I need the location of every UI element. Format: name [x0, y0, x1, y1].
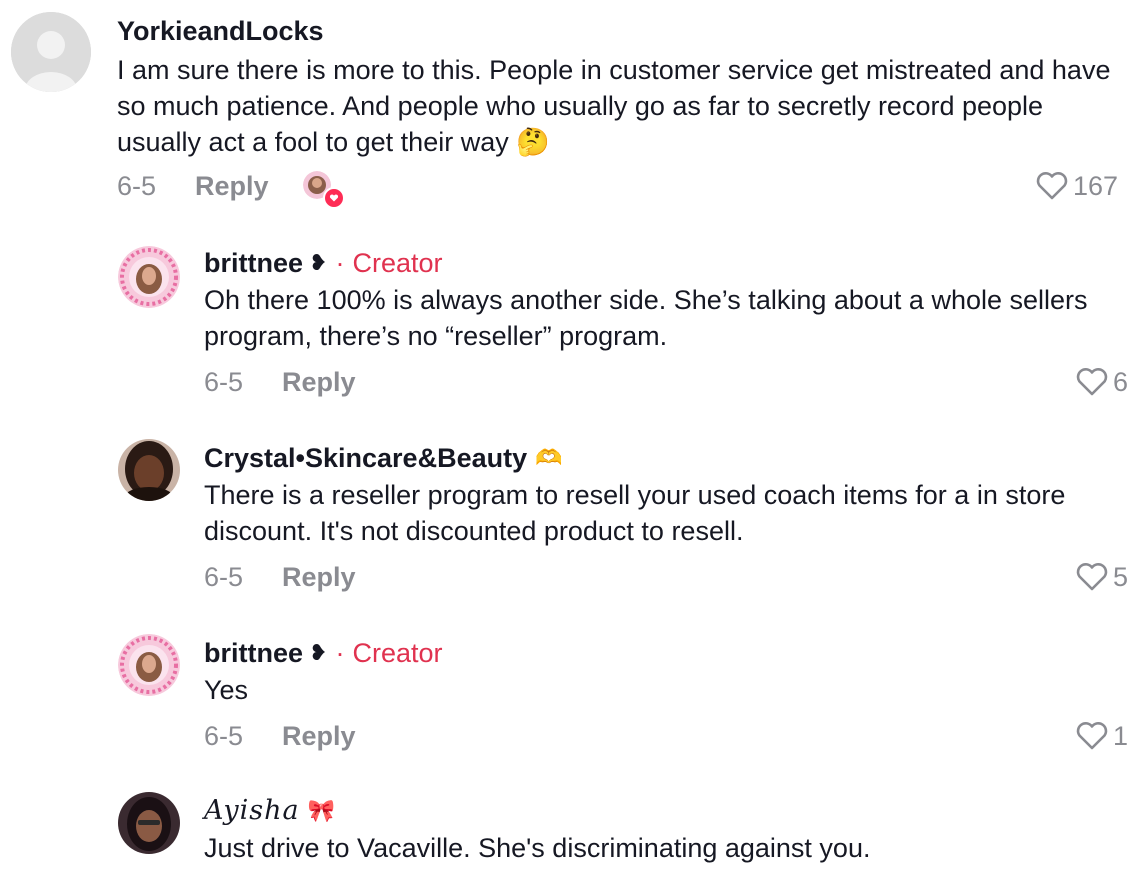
heart-outline-icon	[1036, 172, 1068, 200]
avatar-placeholder[interactable]	[11, 12, 91, 92]
heart-outline-icon	[1076, 563, 1108, 591]
heart-badge-icon	[322, 187, 345, 209]
reply-item: brittnee ❥ · Creator Yes 6-5 Reply 1	[0, 630, 1148, 770]
comment-text: Oh there 100% is always another side. Sh…	[204, 285, 1088, 351]
comment-date: 6-5	[117, 170, 157, 201]
avatar[interactable]	[118, 634, 180, 696]
comment-meta: 6-5 Reply 5	[204, 557, 1128, 597]
reply-item: Crystal•Skincare&Beauty 🫶 There is a res…	[0, 435, 1148, 615]
like-button[interactable]: 1	[1075, 716, 1128, 756]
like-count: 6	[1112, 366, 1128, 397]
comment-text: I am sure there is more to this. People …	[117, 55, 1111, 157]
comment-text: Yes	[204, 675, 249, 705]
reply-button[interactable]: Reply	[282, 367, 356, 398]
reply-button[interactable]: Reply	[282, 721, 356, 752]
comment-username[interactable]: Crystal•Skincare&Beauty 🫶	[204, 441, 1118, 475]
ribbon-icon: 🎀	[307, 798, 336, 823]
creator-label: · Creator	[335, 638, 443, 668]
default-user-icon	[11, 12, 91, 92]
like-button[interactable]: 5	[1075, 557, 1128, 597]
comment-text: Just drive to Vacaville. She's discrimin…	[204, 833, 871, 863]
like-count: 167	[1072, 170, 1118, 201]
comment-username[interactable]: YorkieandLocks	[117, 14, 1118, 48]
comment-username[interactable]: brittnee ❥ · Creator	[204, 636, 1118, 670]
comment-username[interactable]: Ayisha 🎀	[204, 794, 1118, 828]
avatar[interactable]	[118, 246, 180, 308]
like-count: 5	[1112, 561, 1128, 592]
creator-label: · Creator	[335, 248, 443, 278]
comment-text: There is a reseller program to resell yo…	[204, 480, 1066, 546]
comment-username[interactable]: brittnee ❥ · Creator	[204, 246, 1118, 280]
comment-meta: 6-5 Reply 167	[117, 166, 1118, 209]
comment-date: 6-5	[204, 561, 244, 592]
like-button[interactable]: 167	[1035, 166, 1118, 206]
reply-button[interactable]: Reply	[195, 171, 269, 202]
comment-meta: 6-5 Reply 6	[204, 362, 1128, 402]
avatar[interactable]	[118, 439, 180, 501]
reply-button[interactable]: Reply	[282, 562, 356, 593]
heart-outline-icon	[1076, 722, 1108, 750]
heart-hands-icon: 🫶	[535, 445, 563, 470]
comment-meta: 6-5 Reply 1	[204, 716, 1128, 756]
like-count: 1	[1112, 720, 1128, 751]
avatar[interactable]	[118, 792, 180, 854]
like-button[interactable]: 6	[1075, 362, 1128, 402]
reply-item: Ayisha 🎀 Just drive to Vacaville. She's …	[0, 788, 1148, 874]
reply-item: brittnee ❥ · Creator Oh there 100% is alw…	[0, 240, 1148, 420]
heart-outline-icon	[1076, 368, 1108, 396]
comment-item: YorkieandLocks I am sure there is more t…	[0, 0, 1148, 230]
creator-avatar-image	[118, 634, 180, 696]
user-avatar-image	[118, 792, 180, 854]
comment-date: 6-5	[204, 366, 244, 397]
comment-date: 6-5	[204, 720, 244, 751]
creator-liked-indicator	[302, 171, 345, 209]
heart-symbol-icon: ❥	[309, 640, 328, 665]
heart-symbol-icon: ❥	[309, 250, 328, 275]
user-avatar-image	[118, 439, 180, 501]
creator-avatar-image	[118, 246, 180, 308]
